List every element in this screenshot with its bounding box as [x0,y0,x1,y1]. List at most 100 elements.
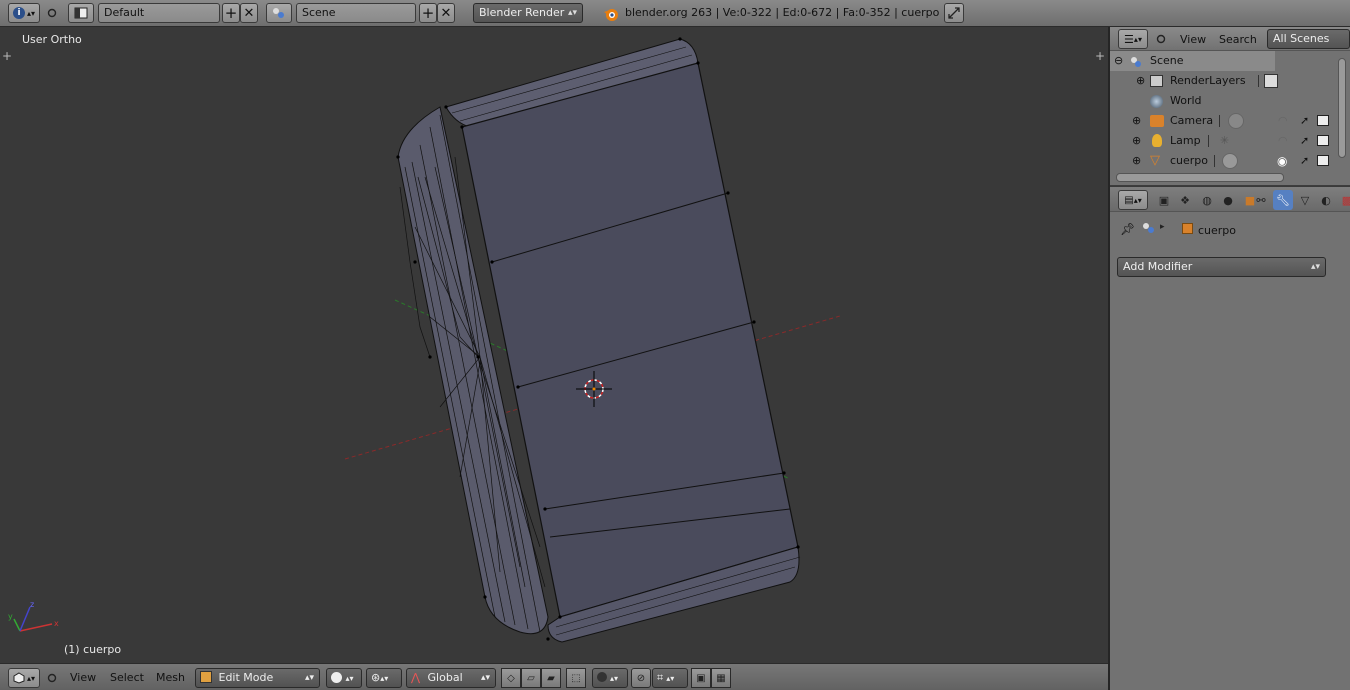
expand-toggle-icon[interactable]: ⊕ [1132,151,1141,171]
tab-render[interactable]: ▣ [1154,190,1174,210]
render-result-icon [1264,74,1278,88]
limit-selection-button[interactable]: ⬚ [566,668,586,688]
3d-viewport[interactable]: User Ortho + + x y z (1) cuerpo [0,27,1108,663]
remove-screen-button[interactable]: ✕ [240,3,258,23]
outliner-item-lamp[interactable]: ⊕ Lamp ✳ ◠ ➚ [1110,131,1350,151]
world-icon [1150,95,1163,108]
mesh-data-icon [1222,153,1238,169]
screen-layout-field[interactable]: Default [98,3,220,23]
outliner-item-label: cuerpo [1170,154,1209,167]
collapse-menu-icon[interactable] [46,672,58,684]
visibility-eye-icon[interactable]: ◠ [1278,111,1288,131]
close-icon: ✕ [440,5,452,21]
edge-select-button[interactable]: ▱ [521,668,541,688]
mesh-data-icon: ▽ [1300,193,1310,207]
outliner-search-menu[interactable]: Search [1219,33,1257,46]
collapse-menu-icon[interactable] [1155,33,1167,45]
collapse-menu-icon[interactable] [46,7,58,19]
camera-object-icon [1150,115,1164,127]
object-cube-icon [1182,223,1193,234]
pivot-icon: ⊛ [371,671,381,684]
fullscreen-icon [948,7,960,19]
visibility-eye-icon[interactable]: ◉ [1277,151,1287,171]
editor-type-button[interactable]: ▤ ▴▾ [1118,190,1148,210]
outliner-item-scene[interactable]: ⊖ Scene [1110,51,1275,71]
outliner-item-label: Camera [1170,114,1214,127]
expand-toggle-icon[interactable]: ⊕ [1136,71,1145,91]
proportional-edit-select[interactable]: ▴▾ [592,668,628,688]
render-camera-icon[interactable] [1317,115,1329,126]
mesh-menu[interactable]: Mesh [156,671,185,684]
tab-constraints[interactable]: ⚯ [1251,190,1271,210]
camera-icon: ▣ [696,672,706,684]
tab-texture[interactable]: ▩ [1337,190,1350,210]
tab-modifiers[interactable]: 🔧︎ [1273,190,1293,210]
link-icon: ⚯ [1256,193,1266,207]
scene-icon[interactable] [266,3,292,23]
transform-orientation-select[interactable]: ⋀ Global ▴▾ [406,668,496,688]
3d-view-icon [13,672,25,684]
add-scene-button[interactable]: + [419,3,437,23]
face-select-icon: ▰ [547,672,555,684]
clapper-icon: ▦ [716,672,726,684]
tab-material[interactable]: ◐ [1316,190,1336,210]
face-select-button[interactable]: ▰ [541,668,561,688]
expand-toggle-icon[interactable]: ⊕ [1132,131,1141,151]
select-arrow-icon[interactable]: ➚ [1300,131,1309,151]
select-menu[interactable]: Select [110,671,144,684]
vertex-select-button[interactable]: ◇ [501,668,521,688]
outliner-item-renderlayers[interactable]: ⊕ RenderLayers [1110,71,1350,91]
pin-icon[interactable]: 📌︎ [1120,222,1135,236]
view-menu[interactable]: View [70,671,96,684]
outliner-display-select[interactable]: All Scenes [1267,29,1350,49]
lamp-object-icon [1152,134,1162,147]
blender-logo-icon [603,6,619,22]
outliner-header: ☰ ▴▾ View Search All Scenes [1110,27,1350,51]
axis-gizmo-icon: x y z [8,600,59,632]
outliner-item-camera[interactable]: ⊕ Camera ◠ ➚ [1110,111,1350,131]
select-arrow-icon[interactable]: ➚ [1300,151,1309,171]
fullscreen-button[interactable] [944,3,964,23]
expand-toggle-icon[interactable]: ⊕ [1132,111,1141,131]
camera-data-icon [1228,113,1244,129]
add-screen-button[interactable]: + [222,3,240,23]
tab-data[interactable]: ▽ [1295,190,1315,210]
render-still-button[interactable]: ▣ [691,668,711,688]
snap-toggle-button[interactable]: ⊘ [631,668,651,688]
pivot-point-select[interactable]: ⊛▴▾ [366,668,402,688]
proportional-icon [597,672,607,682]
scene-field[interactable]: Scene [296,3,416,23]
viewport-header: ▴▾ View Select Mesh Edit Mode ▴▾ ▴▾ ⊛▴▾ … [0,663,1108,690]
render-animation-button[interactable]: ▦ [711,668,731,688]
outliner-horizontal-scrollbar[interactable] [1116,173,1284,182]
scene-icon [1130,55,1142,67]
outliner-item-world[interactable]: World [1110,91,1350,111]
editor-type-button[interactable]: ▴▾ [8,668,40,688]
snap-element-select[interactable]: ⌗ ▴▾ [652,668,688,688]
render-camera-icon[interactable] [1317,135,1329,146]
outliner-view-menu[interactable]: View [1180,33,1206,46]
outliner-item-cuerpo[interactable]: ⊕ ▽ cuerpo ◉ ➚ [1110,151,1350,171]
tab-scene[interactable]: ◍ [1197,190,1217,210]
render-engine-select[interactable]: Blender Render ▴▾ [473,3,583,23]
editor-type-button[interactable]: i ▴▾ [8,3,40,23]
outliner-vertical-scrollbar[interactable] [1338,58,1346,158]
updown-arrow-icon: ▴▾ [304,673,314,683]
select-arrow-icon[interactable]: ➚ [1300,111,1309,131]
solid-shading-icon [331,672,342,683]
layers-icon: ❖ [1180,193,1190,207]
screen-layout-icon[interactable] [68,3,94,23]
visibility-eye-icon[interactable]: ◠ [1278,131,1288,151]
render-camera-icon[interactable] [1317,155,1329,166]
tab-render-layers[interactable]: ❖ [1175,190,1195,210]
add-modifier-select[interactable]: Add Modifier ▴▾ [1117,257,1326,277]
lamp-data-icon: ✳ [1220,134,1230,147]
editor-type-button[interactable]: ☰ ▴▾ [1118,29,1148,49]
remove-scene-button[interactable]: ✕ [437,3,455,23]
collapse-toggle-icon[interactable]: ⊖ [1114,51,1123,71]
tab-world[interactable]: ● [1218,190,1238,210]
mode-select[interactable]: Edit Mode ▴▾ [195,668,320,688]
checker-icon: ▩ [1341,193,1350,207]
viewport-shading-select[interactable]: ▴▾ [326,668,362,688]
mesh-canvas[interactable]: x y z [0,27,1108,663]
